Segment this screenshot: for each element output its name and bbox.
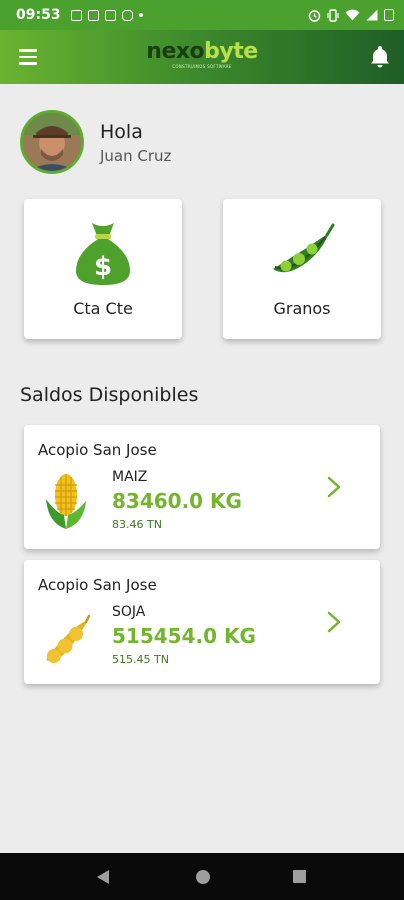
wifi-icon xyxy=(345,9,360,21)
system-nav-bar xyxy=(0,853,404,900)
chevron-right-icon[interactable] xyxy=(326,610,342,634)
vibrate-icon xyxy=(327,8,339,22)
balance-tn: 515.45 TN xyxy=(112,653,169,666)
tile-label: Granos xyxy=(273,299,331,318)
balance-card[interactable]: Acopio San Jose SOJA 515454.0 KG 515.45 … xyxy=(24,560,380,684)
dot-icon xyxy=(138,13,143,17)
balance-kg: 515454.0 KG xyxy=(112,624,256,648)
app-bar: nexobyte CONSTRUIMOS SOFTWARE xyxy=(0,30,404,84)
balance-kg: 83460.0 KG xyxy=(112,489,242,513)
logo-text-nexo: nexo xyxy=(146,39,205,64)
svg-text:$: $ xyxy=(94,252,112,282)
chevron-right-icon[interactable] xyxy=(326,475,342,499)
user-name: Juan Cruz xyxy=(100,147,172,165)
balance-grain: SOJA xyxy=(112,604,146,620)
bell-icon[interactable] xyxy=(368,44,392,70)
app-logo: nexobyte CONSTRUIMOS SOFTWARE xyxy=(140,40,264,74)
instagram-icon xyxy=(121,9,133,21)
mail-icon xyxy=(87,9,99,21)
signal-icon xyxy=(366,9,378,21)
battery-icon xyxy=(384,9,394,21)
soybean-icon xyxy=(46,614,90,663)
recent-apps-icon[interactable] xyxy=(293,870,306,883)
system-icons xyxy=(308,8,394,22)
tile-granos[interactable]: Granos xyxy=(223,199,381,339)
tile-label: Cta Cte xyxy=(73,299,133,318)
status-time: 09:53 xyxy=(16,7,61,23)
home-icon[interactable] xyxy=(196,870,210,884)
logo-tagline: CONSTRUIMOS SOFTWARE xyxy=(172,64,232,69)
section-title: Saldos Disponibles xyxy=(20,384,199,406)
avatar[interactable] xyxy=(20,110,84,174)
logo-text-byte: byte xyxy=(204,39,258,64)
tile-cta-cte[interactable]: $ Cta Cte xyxy=(24,199,182,339)
hamburger-icon-line xyxy=(19,62,37,65)
corn-icon xyxy=(46,474,86,529)
balance-site: Acopio San Jose xyxy=(38,441,157,459)
avatar-image xyxy=(23,113,81,171)
balance-tn: 83.46 TN xyxy=(112,518,162,531)
balance-grain: MAIZ xyxy=(112,469,148,485)
back-icon[interactable] xyxy=(96,869,110,885)
menu-button[interactable] xyxy=(0,30,56,84)
balance-card[interactable]: Acopio San Jose MAIZ 83460.0 KG 83.46 TN xyxy=(24,425,380,549)
greeting-hello: Hola xyxy=(100,121,143,143)
balance-site: Acopio San Jose xyxy=(38,576,157,594)
hamburger-icon-line xyxy=(19,49,37,52)
alarm-icon xyxy=(308,9,321,22)
status-bar: 09:53 xyxy=(0,0,404,30)
facebook-icon xyxy=(70,9,82,21)
notification-icons xyxy=(70,9,143,21)
laptop-icon xyxy=(104,9,116,21)
soybean-pod-icon xyxy=(273,223,335,273)
money-bag-icon: $ xyxy=(76,223,130,285)
hamburger-icon-line xyxy=(19,55,37,59)
